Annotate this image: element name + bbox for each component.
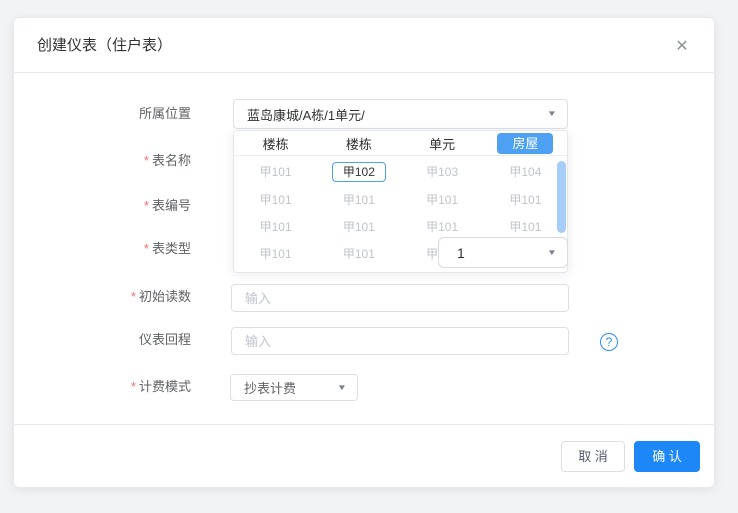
chevron-down-icon: ▼ [547,110,557,118]
create-meter-dialog: 创建仪表（住户表） ✕ 所属位置 蓝岛康城/A栋/1单元/ ▼ *表名称 *表编… [13,17,715,488]
location-select[interactable]: 蓝岛康城/A栋/1单元/ ▼ [233,99,568,129]
help-icon[interactable]: ? [600,333,618,351]
chevron-down-icon: ▼ [337,384,347,392]
tab-label: 单元 [429,134,455,153]
meter-type-select-value: 1 [457,238,465,267]
required-mark: * [144,198,149,213]
cascader-option-selected[interactable]: 甲102 [317,158,400,185]
meter-name-label-text: 表名称 [152,153,191,168]
billing-mode-select[interactable]: 抄表计费 ▼ [230,374,358,401]
cascader-option[interactable]: 甲101 [234,213,317,240]
meter-type-select[interactable]: 1 ▼ [438,237,568,268]
cascader-option[interactable]: 甲101 [484,186,567,213]
cascader-option[interactable]: 甲101 [234,240,317,267]
billing-mode-label-text: 计费模式 [139,379,191,394]
required-mark: * [144,241,149,256]
meter-type-label: *表类型 [44,239,191,259]
initial-reading-label: *初始读数 [44,287,191,307]
cascader-tab-building-2[interactable]: 楼栋 [317,131,400,155]
location-label: 所属位置 [44,104,191,124]
cascader-option[interactable]: 甲101 [317,213,400,240]
cascader-grid-row: 甲101 甲102 甲103 甲104 [234,158,567,185]
cancel-button[interactable]: 取 消 [561,441,625,472]
cascader-tabs: 楼栋 楼栋 单元 房屋 [234,131,567,156]
meter-backhaul-label-text: 仪表回程 [139,332,191,347]
cascader-option[interactable]: 甲101 [484,213,567,240]
dialog-header: 创建仪表（住户表） ✕ [14,18,714,73]
meter-backhaul-input[interactable] [231,327,569,355]
close-icon[interactable]: ✕ [672,37,692,57]
cascader-option[interactable]: 甲101 [317,186,400,213]
cascader-option[interactable]: 甲101 [234,158,317,185]
location-label-text: 所属位置 [139,106,191,121]
meter-name-label: *表名称 [44,151,191,171]
location-select-value: 蓝岛康城/A栋/1单元/ [247,100,365,128]
cascader-grid-row: 甲101 甲101 甲101 甲101 [234,213,567,240]
meter-no-label-text: 表编号 [152,198,191,213]
scrollbar-thumb[interactable] [557,161,566,233]
required-mark: * [131,379,136,394]
billing-mode-select-value: 抄表计费 [244,375,296,400]
meter-type-label-text: 表类型 [152,241,191,256]
cascader-option[interactable]: 甲101 [401,186,484,213]
footer-divider [14,424,714,425]
meter-backhaul-label: 仪表回程 [44,330,191,350]
page-background: { "modal": { "title": "创建仪表（住户表）", "clos… [0,0,738,513]
confirm-button[interactable]: 确 认 [634,441,700,472]
tab-label: 楼栋 [346,134,372,153]
tab-label: 楼栋 [263,134,289,153]
billing-mode-label: *计费模式 [44,377,191,397]
initial-reading-input[interactable] [231,284,569,312]
cascader-tab-unit[interactable]: 单元 [401,131,484,155]
cascader-option[interactable]: 甲103 [401,158,484,185]
meter-no-label: *表编号 [44,196,191,216]
required-mark: * [131,289,136,304]
cascader-option[interactable]: 甲101 [401,213,484,240]
cascader-tab-building-1[interactable]: 楼栋 [234,131,317,155]
chevron-down-icon: ▼ [547,249,557,257]
cascader-grid-row: 甲101 甲101 甲101 甲101 [234,186,567,213]
dialog-title: 创建仪表（住户表） [37,18,172,73]
cascader-option[interactable]: 甲104 [484,158,567,185]
cascader-option[interactable]: 甲101 [317,240,400,267]
cascader-option[interactable]: 甲101 [234,186,317,213]
initial-reading-label-text: 初始读数 [139,289,191,304]
cascader-tab-house-active[interactable]: 房屋 [484,131,567,155]
tab-label-active: 房屋 [497,133,553,154]
selected-option-box: 甲102 [332,162,386,182]
required-mark: * [144,153,149,168]
